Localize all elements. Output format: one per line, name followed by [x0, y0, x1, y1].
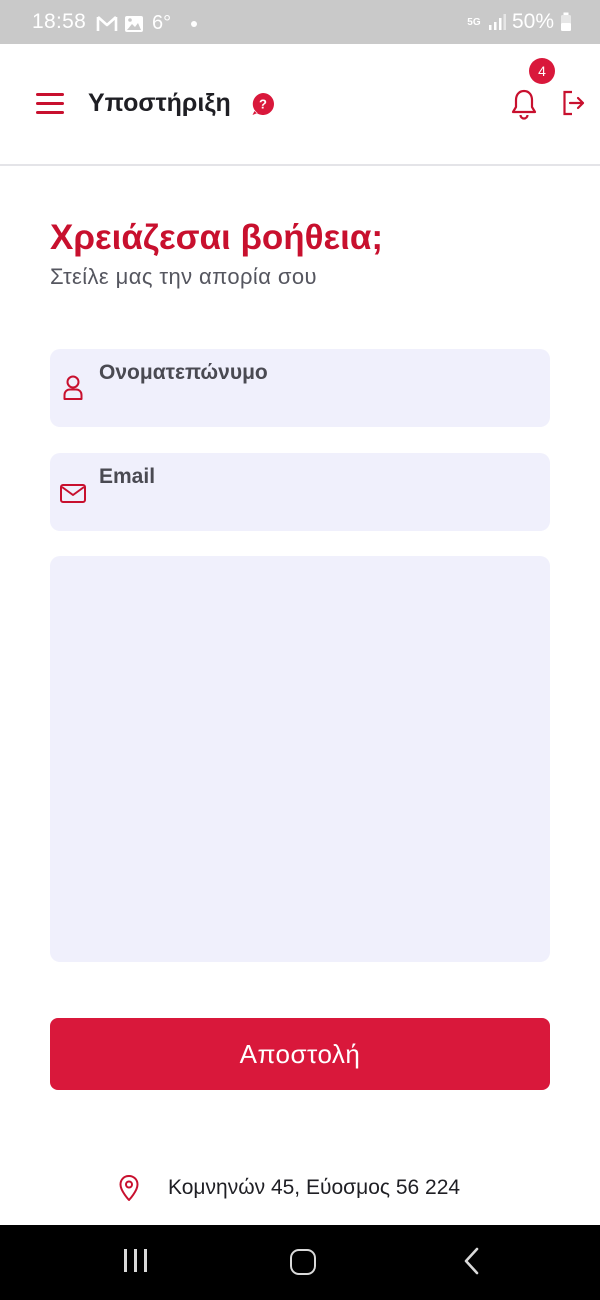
name-field-label: Ονοματεπώνυμο [99, 361, 268, 384]
help-badge-symbol: ? [259, 97, 267, 112]
system-nav-bar [0, 1225, 600, 1300]
logout-icon[interactable] [562, 90, 586, 116]
help-icon[interactable]: ? [251, 92, 275, 116]
signal-icon [488, 14, 506, 30]
bell-icon[interactable] [510, 88, 538, 120]
help-subheading: Στείλε μας την απορία σου [50, 264, 317, 289]
network-type-5g: 5G [467, 16, 481, 28]
notification-count-badge: 4 [529, 58, 555, 84]
battery-icon [561, 12, 571, 31]
battery-percent: 50% [511, 10, 554, 33]
status-system-icons: 5G 50% [466, 10, 572, 34]
mail-icon [60, 484, 86, 503]
status-notification-icons: 6° [96, 12, 198, 35]
name-field[interactable]: Ονοματεπώνυμο [50, 349, 550, 427]
gallery-icon [125, 15, 143, 32]
gmail-icon [96, 15, 118, 31]
home-button[interactable] [290, 1249, 316, 1275]
help-heading: Χρειάζεσαι βοήθεια; [50, 218, 384, 257]
submit-button[interactable]: Αποστολή [50, 1018, 550, 1090]
message-textarea[interactable] [50, 556, 550, 962]
address-text: Κομνηνών 45, Εύοσμος 56 224 [168, 1176, 461, 1199]
status-time: 18:58 [32, 10, 87, 33]
status-more-dot [191, 20, 198, 27]
app-header: Υποστήριξη ? 4 [0, 44, 600, 166]
location-pin-icon [119, 1175, 139, 1201]
recent-apps-button[interactable] [123, 1249, 149, 1273]
status-bar: 18:58 6° 5G 50% [0, 0, 600, 44]
user-icon [63, 375, 83, 400]
menu-icon[interactable] [36, 93, 64, 115]
status-temperature: 6° [152, 12, 172, 34]
address-row: Κομνηνών 45, Εύοσμος 56 224 [118, 1172, 460, 1204]
page-title: Υποστήριξη [88, 89, 231, 117]
email-field[interactable]: Email [50, 453, 550, 531]
email-field-label: Email [99, 465, 156, 488]
back-button[interactable] [462, 1247, 482, 1275]
